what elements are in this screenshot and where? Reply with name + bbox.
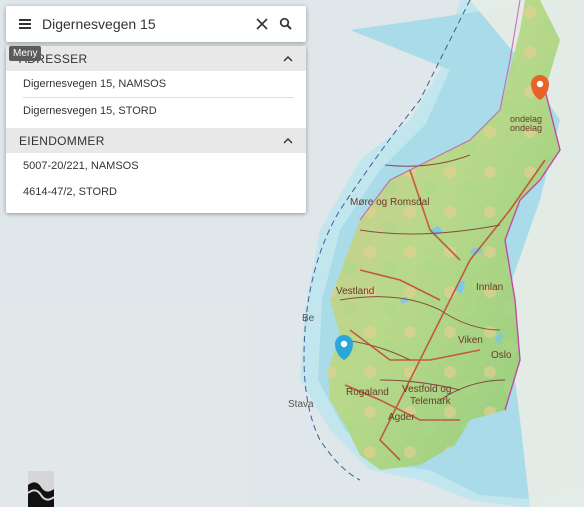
search-bar	[6, 6, 306, 42]
search-icon	[279, 17, 292, 30]
result-label: Digernesvegen 15, NAMSOS	[23, 78, 167, 90]
clear-button[interactable]	[250, 12, 274, 36]
result-label: 5007-20/221, NAMSOS	[23, 160, 139, 172]
section-title: EIENDOMMER	[19, 133, 105, 148]
search-results: ADRESSER Digernesvegen 15, NAMSOS Digern…	[6, 46, 306, 213]
result-item[interactable]: Digernesvegen 15, NAMSOS	[6, 71, 306, 97]
label-stavanger: Stava	[288, 399, 314, 410]
search-input[interactable]	[36, 12, 250, 36]
section-header-adresser[interactable]: ADRESSER	[6, 46, 306, 71]
close-icon	[256, 18, 268, 30]
label-innlandet: Innlan	[476, 282, 503, 293]
label-oslo: Oslo	[491, 350, 512, 361]
result-item[interactable]: Digernesvegen 15, STORD	[6, 98, 306, 124]
result-item[interactable]: 5007-20/221, NAMSOS	[6, 153, 306, 179]
section-header-eiendommer[interactable]: EIENDOMMER	[6, 128, 306, 153]
label-viken: Viken	[458, 335, 483, 346]
chevron-up-icon	[283, 137, 293, 143]
result-label: 4614-47/2, STORD	[23, 186, 117, 198]
menu-button[interactable]	[14, 13, 36, 35]
label-agder: Agder	[388, 412, 415, 423]
label-more-romsdal: Møre og Romsdal	[350, 197, 429, 208]
menu-tooltip: Meny	[9, 46, 42, 61]
label-vestfold-2: Telemark	[410, 396, 452, 407]
label-vestfold-1: Vestfold og	[402, 384, 451, 395]
label-trondelag-2: ondelag	[510, 123, 542, 133]
kartverket-logo	[28, 471, 54, 507]
search-panel	[6, 6, 306, 42]
result-label: Digernesvegen 15, STORD	[23, 105, 157, 117]
label-vestland: Vestland	[336, 286, 374, 297]
hamburger-icon	[19, 19, 31, 29]
search-button[interactable]	[274, 12, 298, 36]
label-rogaland: Rogaland	[346, 387, 389, 398]
result-item[interactable]: 4614-47/2, STORD	[6, 179, 306, 205]
label-bergen: Be	[302, 313, 315, 324]
chevron-up-icon	[283, 55, 293, 61]
